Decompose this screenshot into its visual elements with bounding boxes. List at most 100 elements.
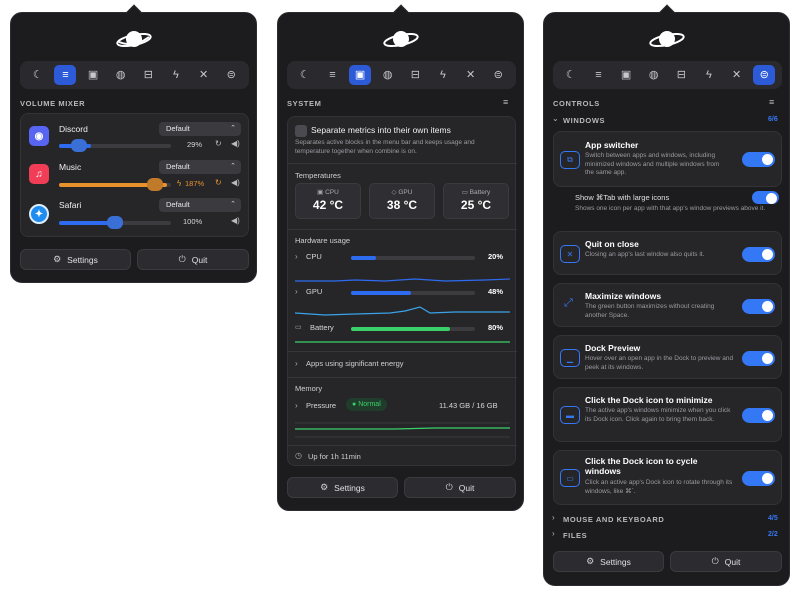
tab-audio[interactable]: ≡ <box>321 65 343 85</box>
slider-knob[interactable] <box>71 139 87 152</box>
chevron-down-icon[interactable]: ⌄ <box>552 114 559 123</box>
tab-controls[interactable]: ⊜ <box>753 65 776 85</box>
checkbox[interactable] <box>295 125 307 137</box>
chevron-right-icon[interactable]: › <box>295 252 298 261</box>
toggles-icon: ⊜ <box>759 68 769 81</box>
app-switcher-toggle[interactable] <box>742 152 775 167</box>
slider-knob[interactable] <box>147 178 163 191</box>
output-select[interactable]: Default ⌃ <box>159 198 241 212</box>
chevron-right-icon[interactable]: › <box>552 513 555 522</box>
chevron-right-icon[interactable]: › <box>295 359 298 368</box>
quit-on-close-toggle[interactable] <box>742 247 775 262</box>
cpu-icon: ▣ <box>317 189 326 196</box>
speaker-icon[interactable]: ◀) <box>231 216 240 225</box>
tab-network[interactable]: ◍ <box>643 65 665 85</box>
chip-icon: ▣ <box>620 68 632 81</box>
volume-mixer-panel: ☾ ≡ ▣ ◍ ⊟ ϟ ✕ ⊜ VOLUME MIXER ◉ Discord D… <box>10 4 257 283</box>
volume-slider[interactable] <box>59 216 171 229</box>
tab-tools[interactable]: ✕ <box>193 65 215 85</box>
globe-icon: ◍ <box>115 68 126 81</box>
tab-power[interactable]: ϟ <box>165 65 187 85</box>
tab-power[interactable]: ϟ <box>432 65 454 85</box>
tab-audio[interactable]: ≡ <box>587 65 609 85</box>
battery-usage-bar <box>351 327 475 331</box>
mouse-group-label[interactable]: MOUSE AND KEYBOARD <box>563 515 664 524</box>
dock-preview-toggle[interactable] <box>742 351 775 366</box>
tools-icon: ✕ <box>731 68 742 81</box>
show-tab-toggle[interactable] <box>752 191 779 204</box>
quit-button[interactable]: ⏻ Quit <box>670 551 782 572</box>
drive-icon: ⊟ <box>676 68 686 81</box>
slider-knob[interactable] <box>107 216 123 229</box>
show-tab-title: Show ⌘Tab with large icons <box>575 193 670 202</box>
tab-power[interactable]: ϟ <box>698 65 720 85</box>
moon-stars-icon: ☾ <box>299 68 310 81</box>
dock-minimize-toggle[interactable] <box>742 408 775 423</box>
reset-icon[interactable]: ↻ <box>215 178 222 187</box>
tab-system[interactable]: ▣ <box>615 65 637 85</box>
settings-button[interactable]: ⚙ Settings <box>287 477 398 498</box>
tab-system[interactable]: ▣ <box>349 65 372 85</box>
energy-apps-row[interactable]: Apps using significant energy <box>306 359 404 368</box>
memory-graph <box>295 422 510 438</box>
windows-icon: ⧉ <box>560 151 580 169</box>
tab-storage[interactable]: ⊟ <box>670 65 692 85</box>
tab-network[interactable]: ◍ <box>110 65 132 85</box>
discord-icon: ◉ <box>29 126 49 146</box>
gear-icon: ⚙ <box>53 254 62 264</box>
gear-icon: ⚙ <box>586 556 595 566</box>
sliders-icon: ≡ <box>329 68 336 81</box>
windows-group-label[interactable]: WINDOWS <box>563 116 605 125</box>
item-title: Click the Dock icon to minimize <box>585 395 713 405</box>
bolt-icon: ϟ <box>440 68 446 81</box>
filter-icon[interactable]: ≡ <box>503 97 508 107</box>
cycle-icon: ▭ <box>560 469 580 487</box>
pressure-label: Pressure <box>306 401 337 410</box>
cpu-usage-bar <box>351 256 475 260</box>
tab-appearance[interactable]: ☾ <box>27 65 49 85</box>
dock-cycle-toggle[interactable] <box>742 471 775 486</box>
section-title: SYSTEM <box>287 99 322 108</box>
tab-tools[interactable]: ✕ <box>460 65 482 85</box>
item-title: Quit on close <box>585 239 639 249</box>
speaker-icon[interactable]: ◀) <box>231 139 240 148</box>
tab-controls[interactable]: ⊜ <box>220 65 242 85</box>
tab-network[interactable]: ◍ <box>377 65 399 85</box>
reset-icon[interactable]: ↻ <box>215 139 222 148</box>
tab-audio[interactable]: ≡ <box>54 65 77 85</box>
settings-button[interactable]: ⚙ Settings <box>20 249 131 270</box>
moon-stars-icon: ☾ <box>565 68 576 81</box>
power-icon: ⏻ <box>178 254 186 264</box>
tab-storage[interactable]: ⊟ <box>137 65 159 85</box>
battery-usage-value: 80% <box>488 323 504 332</box>
output-select[interactable]: Default ⌃ <box>159 122 241 136</box>
quit-button[interactable]: ⏻ Quit <box>137 249 249 270</box>
files-group-label[interactable]: FILES <box>563 531 587 540</box>
volume-value: 29% <box>187 140 203 149</box>
chevron-right-icon[interactable]: › <box>295 401 298 410</box>
item-title: Click the Dock icon to cycle windows <box>585 456 698 476</box>
chevron-right-icon[interactable]: › <box>552 529 555 538</box>
tab-controls[interactable]: ⊜ <box>487 65 509 85</box>
maximize-windows-toggle[interactable] <box>742 299 775 314</box>
tab-tools[interactable]: ✕ <box>726 65 748 85</box>
tab-system[interactable]: ▣ <box>82 65 104 85</box>
gpu-usage-bar <box>351 291 475 295</box>
quit-button[interactable]: ⏻ Quit <box>404 477 516 498</box>
dock-preview-card: ▁ Dock Preview Hover over an open app in… <box>553 335 782 379</box>
volume-slider[interactable] <box>59 178 171 191</box>
bolt-icon: ϟ <box>173 68 179 81</box>
filter-icon[interactable]: ≡ <box>769 97 774 107</box>
speaker-icon[interactable]: ◀) <box>231 178 240 187</box>
output-select[interactable]: Default ⌃ <box>159 160 241 174</box>
section-title: VOLUME MIXER <box>20 99 86 108</box>
temp-value: 25 °C <box>460 198 492 212</box>
app-name: Music <box>59 162 82 172</box>
cpu-usage-value: 20% <box>488 252 504 261</box>
tab-storage[interactable]: ⊟ <box>404 65 426 85</box>
settings-button[interactable]: ⚙ Settings <box>553 551 664 572</box>
volume-slider[interactable] <box>59 139 171 152</box>
chevron-right-icon[interactable]: › <box>295 287 298 296</box>
tab-appearance[interactable]: ☾ <box>560 65 582 85</box>
tab-appearance[interactable]: ☾ <box>294 65 316 85</box>
